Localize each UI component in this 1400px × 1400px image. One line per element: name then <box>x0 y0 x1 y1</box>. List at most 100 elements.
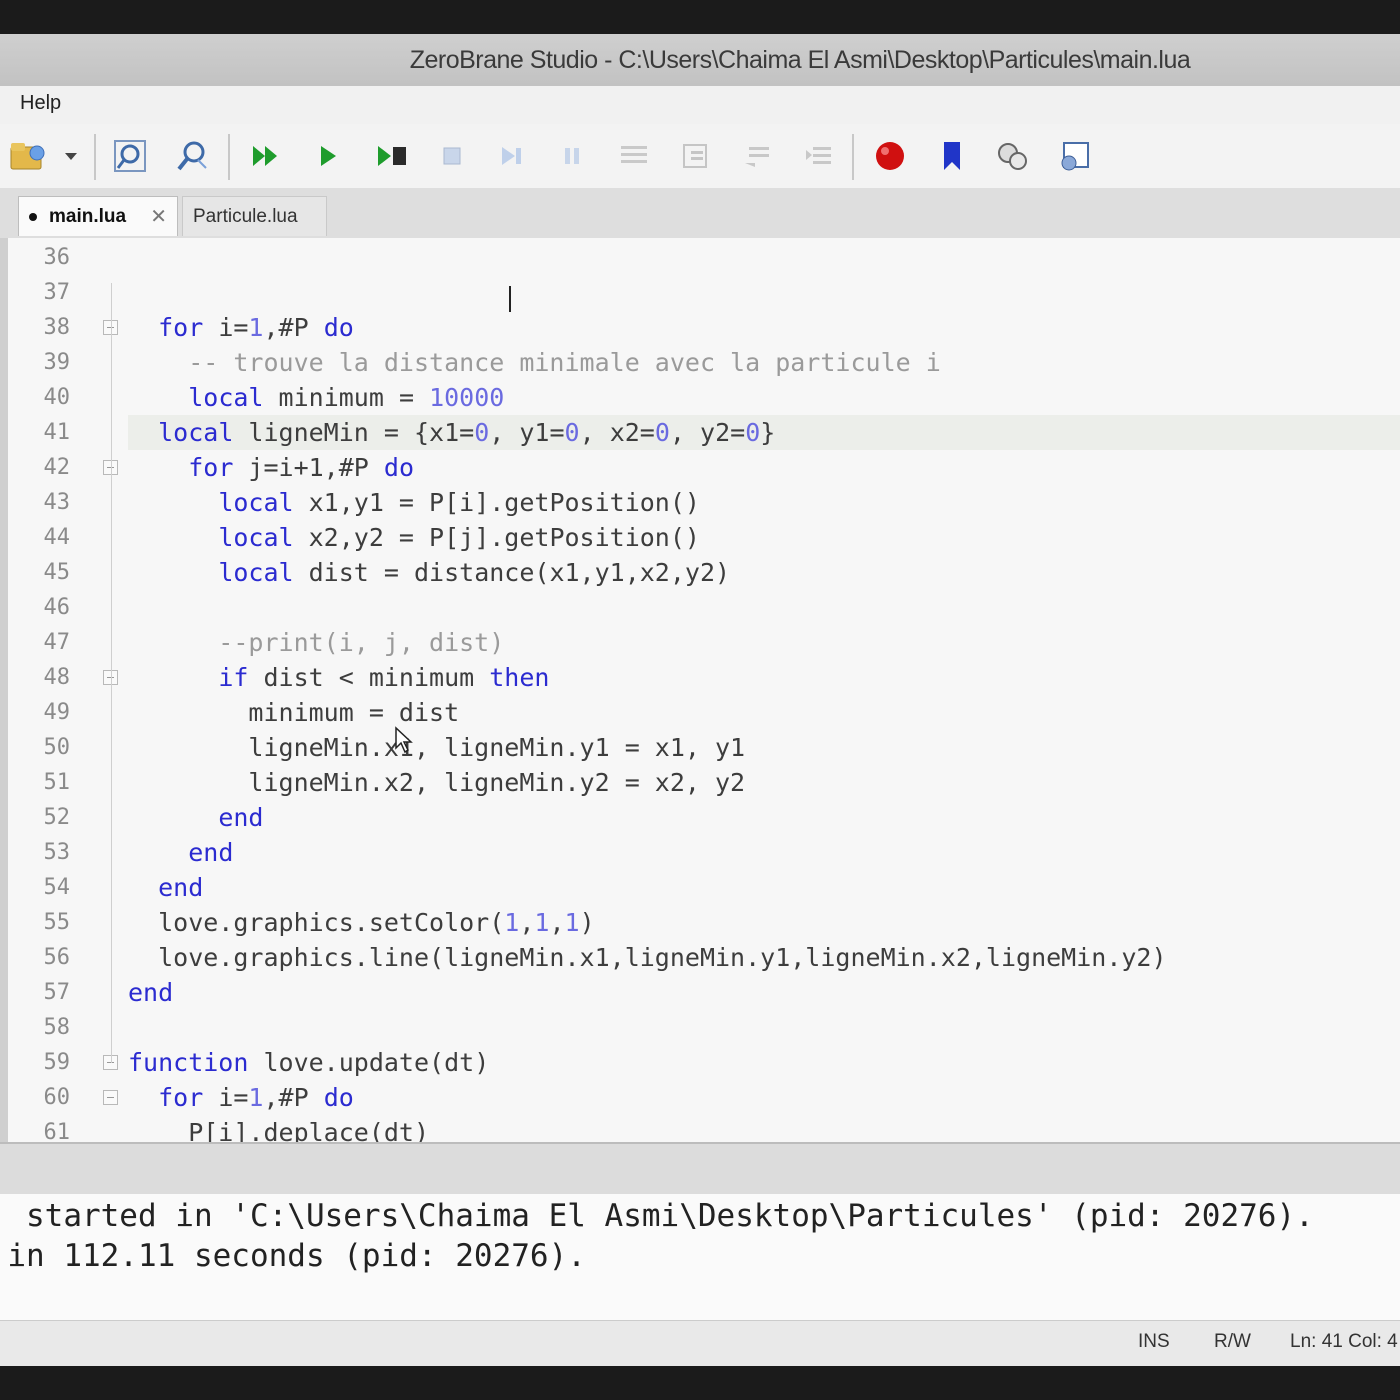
code-text: love.graphics.line(ligneMin.x1,ligneMin.… <box>128 943 1167 972</box>
code-line[interactable]: 61 P[i].deplace(dt) <box>0 1115 1400 1142</box>
text-cursor-icon <box>509 286 511 312</box>
code-line[interactable]: 39 -- trouve la distance minimale avec l… <box>0 345 1400 380</box>
code-text: local x1,y1 = P[i].getPosition() <box>218 488 700 517</box>
code-line[interactable]: 56 love.graphics.line(ligneMin.x1,ligneM… <box>0 940 1400 975</box>
menu-help[interactable]: Help <box>20 92 61 115</box>
start-debug-icon[interactable] <box>308 136 348 176</box>
output-panel: e' started in 'C:\Users\Chaima El Asmi\D… <box>0 1194 1400 1320</box>
line-number: 42 <box>43 455 71 480</box>
code-line[interactable]: 55 love.graphics.setColor(1,1,1) <box>0 905 1400 940</box>
code-line[interactable]: 44 local x2,y2 = P[j].getPosition() <box>0 520 1400 555</box>
stop-icon[interactable] <box>432 136 472 176</box>
code-text: ligneMin.x2, ligneMin.y2 = x2, y2 <box>128 768 746 797</box>
step-return-icon[interactable] <box>738 136 778 176</box>
code-text: ligneMin.x1, ligneMin.y1 = x1, y1 <box>128 733 746 762</box>
code-text: --print(i, j, dist) <box>128 628 505 657</box>
line-number: 48 <box>43 665 71 690</box>
line-number: 57 <box>43 980 71 1005</box>
close-icon[interactable]: ✕ <box>150 204 167 229</box>
step-into-icon[interactable] <box>372 136 412 176</box>
mouse-pointer-icon <box>395 726 413 754</box>
line-number: 43 <box>43 490 71 515</box>
line-number: 53 <box>43 840 71 865</box>
code-line[interactable]: 50 ligneMin.x1, ligneMin.y1 = x1, y1 <box>0 730 1400 765</box>
indent-icon[interactable] <box>800 136 840 176</box>
status-bar: INS R/W Ln: 41 Col: 4 <box>0 1320 1400 1367</box>
code-line[interactable]: 45 local dist = distance(x1,y1,x2,y2) <box>0 555 1400 590</box>
plugins-icon[interactable] <box>992 136 1032 176</box>
code-text: love.graphics.setColor(1,1,1) <box>128 908 595 937</box>
bookmark-icon[interactable] <box>932 136 972 176</box>
find-in-files-icon[interactable] <box>172 136 212 176</box>
line-number: 61 <box>43 1120 71 1142</box>
break-icon[interactable] <box>552 136 592 176</box>
line-number: 38 <box>43 315 71 340</box>
code-text: end <box>218 803 264 832</box>
line-number: 45 <box>43 560 71 585</box>
code-line[interactable]: 51 ligneMin.x2, ligneMin.y2 = x2, y2 <box>0 765 1400 800</box>
tab-particule-lua[interactable]: Particule.lua <box>182 196 327 236</box>
editor-tab-strip: main.lua ✕ Particule.lua <box>0 188 1400 238</box>
code-line[interactable]: 57 end <box>0 975 1400 1010</box>
fold-guide <box>111 283 112 1063</box>
code-line[interactable]: 52 end <box>0 800 1400 835</box>
code-line[interactable]: 54 end <box>0 870 1400 905</box>
code-line[interactable]: 40 local minimum = 10000 <box>0 380 1400 415</box>
tab-label: main.lua <box>49 205 127 227</box>
modified-dot-icon <box>29 212 37 221</box>
code-line[interactable]: 58 <box>0 1010 1400 1045</box>
line-number: 55 <box>43 910 71 935</box>
code-line[interactable]: 43 local x1,y1 = P[i].getPosition() <box>0 485 1400 520</box>
run-icon[interactable] <box>246 136 286 176</box>
tab-main-lua[interactable]: main.lua ✕ <box>18 196 178 236</box>
run-to-cursor-icon[interactable] <box>676 136 716 176</box>
panel-splitter[interactable] <box>0 1142 1400 1196</box>
code-line[interactable]: 53 end <box>0 835 1400 870</box>
find-icon[interactable] <box>110 136 150 176</box>
code-line[interactable]: 42 for j=i+1,#P do <box>0 450 1400 485</box>
code-text: for j=i+1,#P do <box>188 453 414 482</box>
step-out-icon[interactable] <box>614 136 654 176</box>
screen-bottom-border <box>0 1366 1400 1400</box>
open-project-icon[interactable] <box>6 136 52 176</box>
code-text: local ligneMin = {x1=0, y1=0, x2=0, y2=0… <box>158 418 776 447</box>
window-titlebar: ZeroBrane Studio - C:\Users\Chaima El As… <box>0 34 1400 86</box>
toolbar-separator <box>852 134 854 180</box>
line-number: 52 <box>43 805 71 830</box>
line-number: 47 <box>43 630 71 655</box>
code-line[interactable]: 36 <box>0 240 1400 275</box>
line-number: 50 <box>43 735 71 760</box>
code-text: end <box>128 978 174 1007</box>
code-line[interactable]: 38 for i=1,#P do <box>0 310 1400 345</box>
code-text: local minimum = 10000 <box>188 383 505 412</box>
line-number: 59 <box>43 1050 71 1075</box>
settings-icon[interactable] <box>1054 136 1094 176</box>
step-over-icon[interactable] <box>492 136 532 176</box>
code-line[interactable]: 59 function love.update(dt) <box>0 1045 1400 1080</box>
code-editor[interactable]: 36 37 38 for i=1,#P do 39 -- trouve la dist… <box>0 238 1400 1142</box>
code-line[interactable]: 47 --print(i, j, dist) <box>0 625 1400 660</box>
code-text: end <box>188 838 234 867</box>
code-line[interactable]: 60 for i=1,#P do <box>0 1080 1400 1115</box>
line-number: 39 <box>43 350 71 375</box>
toolbar-separator <box>228 134 230 180</box>
status-mode: INS <box>1138 1331 1170 1352</box>
code-line[interactable]: 41 local ligneMin = {x1=0, y1=0, x2=0, y… <box>0 415 1400 450</box>
code-text: minimum = dist <box>128 698 460 727</box>
line-number: 44 <box>43 525 71 550</box>
code-line[interactable]: 48 if dist < minimum then <box>0 660 1400 695</box>
line-number: 60 <box>43 1085 71 1110</box>
code-line[interactable]: 37 <box>0 275 1400 310</box>
code-line[interactable]: 49 minimum = dist <box>0 695 1400 730</box>
fold-toggle-icon[interactable] <box>103 1090 118 1105</box>
line-number: 46 <box>43 595 71 620</box>
code-line[interactable]: 46 <box>0 590 1400 625</box>
toggle-breakpoint-icon[interactable] <box>870 136 910 176</box>
status-position: Ln: 41 Col: 4 <box>1290 1331 1398 1352</box>
line-number: 54 <box>43 875 71 900</box>
code-text: local dist = distance(x1,y1,x2,y2) <box>218 558 731 587</box>
tab-label: Particule.lua <box>193 205 298 227</box>
dropdown-arrow-icon[interactable] <box>56 136 86 176</box>
code-text: P[i].deplace(dt) <box>128 1118 430 1142</box>
line-number: 41 <box>43 420 71 445</box>
